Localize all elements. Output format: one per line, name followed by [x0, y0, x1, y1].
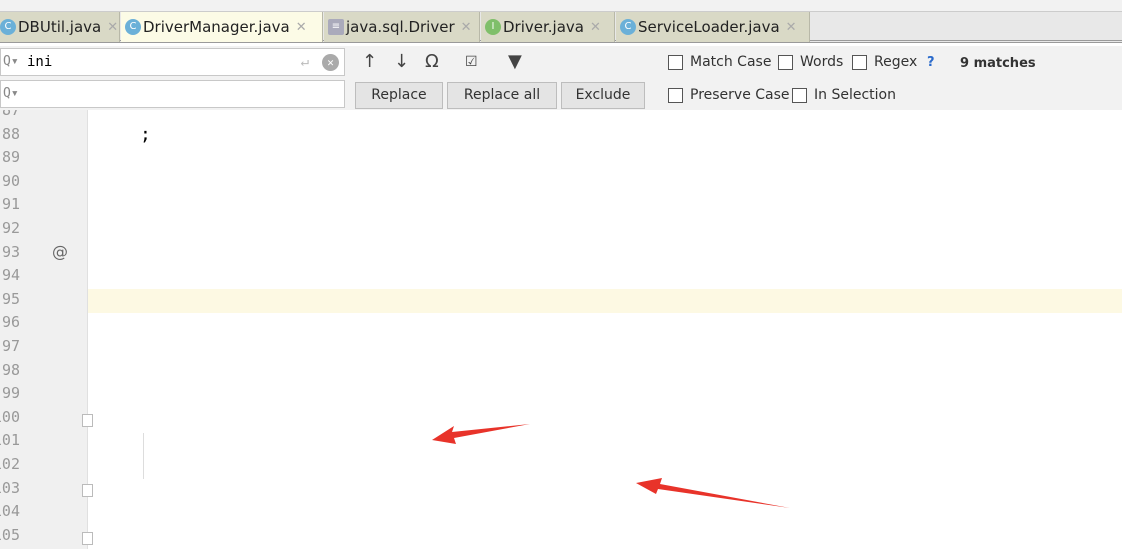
red-arrow-annotation — [636, 478, 790, 508]
red-arrow-annotation — [432, 424, 530, 444]
annotation-arrows — [432, 424, 790, 508]
